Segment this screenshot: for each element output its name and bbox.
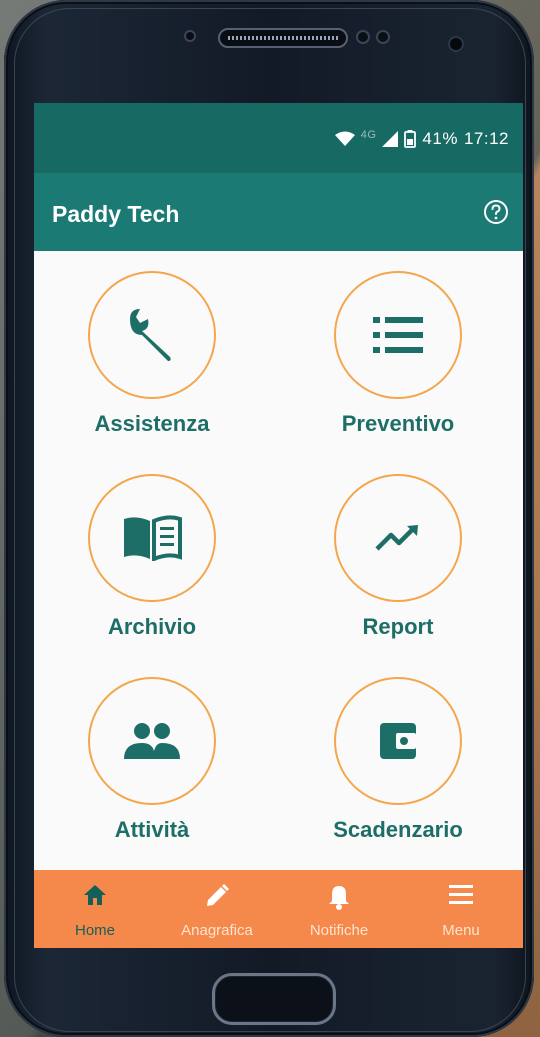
nav-anagrafica[interactable]: Anagrafica <box>156 870 278 948</box>
home-hardware-button[interactable] <box>212 973 336 1025</box>
battery-percent: 41% <box>422 129 458 148</box>
tile-label: Scadenzario <box>333 817 463 842</box>
bell-icon <box>329 886 349 910</box>
speaker-grill <box>228 36 338 40</box>
nav-label: Menu <box>442 922 480 939</box>
trend-icon <box>375 525 418 551</box>
earpiece-speaker <box>218 28 348 48</box>
tile-archivio[interactable]: Archivio <box>34 464 278 664</box>
tile-ring <box>334 271 462 399</box>
book-icon <box>124 515 182 561</box>
home-icon <box>84 885 106 905</box>
nav-label: Notifiche <box>309 922 369 939</box>
status-bar: 4G 41% 17:12 <box>34 103 523 173</box>
app-title: Paddy Tech <box>52 201 180 227</box>
light-sensor-2 <box>376 30 390 44</box>
signal-icon <box>382 131 399 147</box>
nav-notifiche[interactable]: Notifiche <box>278 870 400 948</box>
tile-assistenza[interactable]: Assistenza <box>34 261 278 461</box>
light-sensor-1 <box>356 30 370 44</box>
tile-report[interactable]: Report <box>280 464 523 664</box>
app-bar: Paddy Tech <box>34 173 523 251</box>
tile-ring <box>88 271 216 399</box>
tile-preventivo[interactable]: Preventivo <box>280 261 523 461</box>
status-indicators: 4G 41% 17:12 <box>334 129 509 149</box>
tile-ring <box>334 677 462 805</box>
wrench-icon <box>130 309 171 361</box>
proximity-sensor <box>184 30 196 42</box>
pencil-icon <box>207 884 229 906</box>
nav-label: Anagrafica <box>181 922 253 939</box>
tile-label: Report <box>362 614 434 639</box>
help-icon <box>484 200 508 224</box>
front-camera <box>448 36 464 52</box>
tile-attivita[interactable]: Attività <box>34 667 278 867</box>
clock: 17:12 <box>463 129 509 148</box>
menu-icon <box>449 885 473 904</box>
app-screen: 4G 41% 17:12 Paddy Tech Assistenza Preve… <box>34 103 523 948</box>
help-button[interactable] <box>483 199 509 225</box>
tile-ring <box>88 474 216 602</box>
tile-label: Archivio <box>107 614 197 639</box>
wifi-icon <box>334 131 355 146</box>
nav-label: Home <box>74 922 115 939</box>
tile-label: Assistenza <box>94 411 210 436</box>
nav-menu[interactable]: Menu <box>400 870 522 948</box>
list-icon <box>373 317 423 353</box>
nav-home[interactable]: Home <box>34 870 156 948</box>
people-icon <box>124 723 180 759</box>
bottom-navigation: Home Anagrafica Notifiche Menu <box>34 870 523 948</box>
network-type: 4G <box>360 129 377 141</box>
feature-grid: Assistenza Preventivo Archivio Report At… <box>34 251 523 870</box>
tile-scadenzario[interactable]: Scadenzario <box>280 667 523 867</box>
tile-ring <box>88 677 216 805</box>
tile-label: Preventivo <box>341 411 455 436</box>
battery-icon <box>404 130 417 148</box>
tile-ring <box>334 474 462 602</box>
tile-label: Attività <box>114 817 190 842</box>
wallet-icon <box>380 723 416 759</box>
